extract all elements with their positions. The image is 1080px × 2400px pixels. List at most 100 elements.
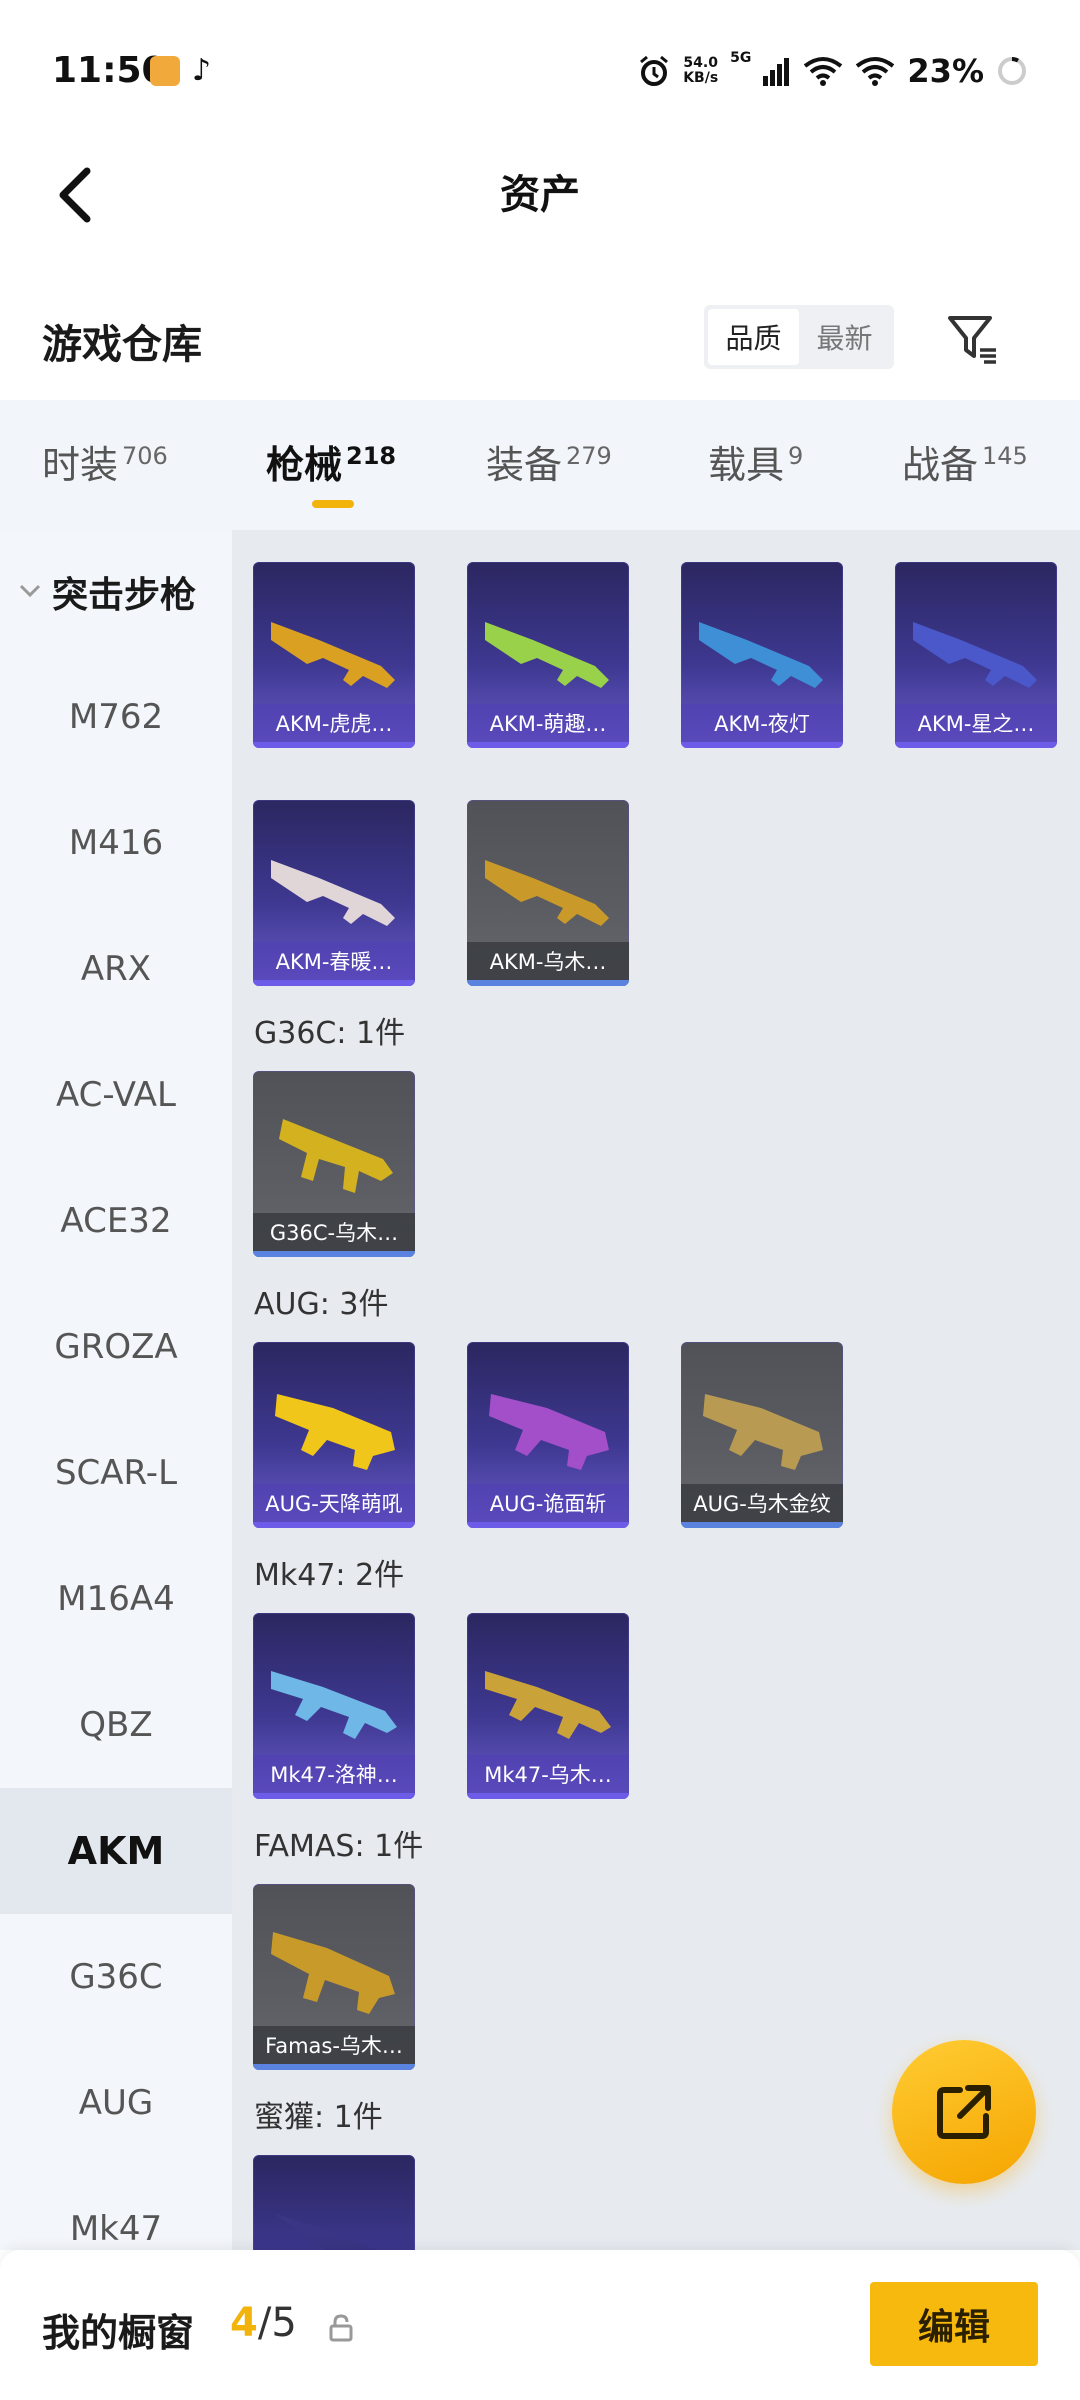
item-name: AKM-夜灯 [681, 704, 843, 742]
item-card[interactable]: G36C-乌木… [253, 1071, 415, 1257]
sidebar-group-label: 突击步枪 [52, 575, 197, 616]
rifle-icon [485, 860, 609, 926]
rifle-icon [271, 860, 395, 926]
tab-count: 706 [122, 442, 168, 470]
sidebar-item-mk47[interactable]: Mk47 [0, 2166, 232, 2250]
share-button[interactable] [892, 2040, 1036, 2184]
rifle-icon [699, 622, 823, 688]
wifi-icon-2 [856, 57, 895, 86]
rarity-bar [253, 1251, 415, 1257]
sidebar-item-arx[interactable]: ARX [0, 906, 232, 1032]
sidebar-item-g36c[interactable]: G36C [0, 1914, 232, 2040]
sidebar-item-ac-val[interactable]: AC-VAL [0, 1032, 232, 1158]
item-card[interactable]: AKM-夜灯 [681, 562, 843, 748]
item-card[interactable]: AUG-乌木金纹 [681, 1342, 843, 1528]
tab-battle-gear[interactable]: 战备 145 [902, 434, 1028, 489]
tab-label: 装备 [486, 443, 563, 487]
item-card[interactable]: AUG-诡面斩 [467, 1342, 629, 1528]
status-right: 54.0 KB/s 5G 23% [637, 46, 1028, 96]
sidebar-group-assault-rifles[interactable]: 突击步枪 [0, 562, 232, 622]
group-heading-honey-badger: 蜜獾: 1件 [254, 2100, 383, 2135]
rarity-bar [253, 2064, 415, 2070]
sidebar-item-aug[interactable]: AUG [0, 2040, 232, 2166]
item-name: Mk47-洛神… [253, 1755, 415, 1793]
category-tabs: 时装 706 枪械 218 装备 279 载具 9 战备 145 [0, 400, 1080, 530]
rifle-icon [271, 1671, 397, 1739]
tab-count: 145 [982, 442, 1028, 470]
item-card[interactable]: Mk47-洛神… [253, 1613, 415, 1799]
battery-percent: 23% [907, 52, 984, 90]
sort-quality[interactable]: 品质 [708, 309, 799, 365]
net-speed: 54.0 KB/s [683, 56, 718, 86]
section-title: 游戏仓库 [42, 322, 202, 368]
net-speed-value: 54.0 [683, 55, 718, 71]
rifle-icon [279, 1119, 393, 1193]
sidebar-item-scar-l[interactable]: SCAR-L [0, 1410, 232, 1536]
group-heading-aug: AUG: 3件 [254, 1287, 389, 1322]
item-grid: AKM-虎虎… AKM-萌趣… AKM-夜灯 AKM-星之… AKM-春暖… A… [232, 530, 1080, 2250]
group-heading-g36c: G36C: 1件 [254, 1016, 406, 1051]
item-card[interactable]: AKM-春暖… [253, 800, 415, 986]
item-card[interactable]: AKM-虎虎… [253, 562, 415, 748]
rarity-bar [467, 1522, 629, 1528]
rifle-icon [703, 1394, 823, 1470]
tab-count: 279 [566, 442, 612, 470]
rifle-icon [913, 622, 1037, 688]
item-card[interactable]: AKM-星之… [895, 562, 1057, 748]
item-name: AUG-乌木金纹 [681, 1484, 843, 1522]
tab-label: 时装 [42, 443, 119, 487]
sidebar-item-ace32[interactable]: ACE32 [0, 1158, 232, 1284]
tab-fashion[interactable]: 时装 706 [42, 434, 168, 489]
rifle-icon [273, 2213, 378, 2250]
weapon-sidebar: 突击步枪 M762 M416 ARX AC-VAL ACE32 GROZA SC… [0, 530, 232, 2250]
rifle-icon [271, 622, 395, 688]
rifle-icon [485, 1671, 611, 1739]
rarity-bar [681, 742, 843, 748]
filter-button[interactable] [940, 306, 1004, 370]
item-card[interactable]: Mk47-乌木… [467, 1613, 629, 1799]
tab-count: 218 [346, 442, 397, 470]
showcase-total: /5 [257, 2300, 297, 2346]
sidebar-item-m16a4[interactable]: M16A4 [0, 1536, 232, 1662]
showcase-count: 4/5 [230, 2300, 297, 2346]
tab-count: 9 [788, 442, 804, 470]
rarity-bar [895, 742, 1057, 748]
active-tab-indicator [312, 500, 354, 508]
notification-app-icon [150, 56, 180, 86]
rifle-icon [485, 622, 609, 688]
rarity-bar [253, 980, 415, 986]
rarity-bar [253, 1793, 415, 1799]
sidebar-item-groza[interactable]: GROZA [0, 1284, 232, 1410]
battery-ring-icon [998, 56, 1026, 85]
rifle-icon [271, 1932, 395, 2014]
filter-icon [948, 316, 996, 364]
item-card[interactable]: Famas-乌木… [253, 1884, 415, 2070]
chevron-down-icon [19, 584, 41, 598]
item-card[interactable] [253, 2155, 415, 2250]
signal-icon [763, 58, 790, 86]
tab-equipment[interactable]: 装备 279 [486, 434, 612, 489]
network-type: 5G [730, 50, 752, 66]
rarity-bar [467, 1793, 629, 1799]
warehouse-header: 游戏仓库 品质 最新 [0, 270, 1080, 400]
showcase-bar: 我的橱窗 4/5 编辑 [0, 2250, 1080, 2400]
item-card[interactable]: AKM-乌木… [467, 800, 629, 986]
lock-icon [329, 2314, 353, 2342]
tab-vehicles[interactable]: 载具 9 [708, 434, 803, 489]
item-card[interactable]: AKM-萌趣… [467, 562, 629, 748]
item-card[interactable]: AUG-天降萌吼 [253, 1342, 415, 1528]
tab-firearms[interactable]: 枪械 218 [266, 434, 396, 489]
item-name: G36C-乌木… [253, 1213, 415, 1251]
sidebar-item-akm[interactable]: AKM [0, 1788, 232, 1914]
rarity-bar [467, 980, 629, 986]
group-heading-famas: FAMAS: 1件 [254, 1829, 424, 1864]
rarity-bar [681, 1522, 843, 1528]
sidebar-item-qbz[interactable]: QBZ [0, 1662, 232, 1788]
sidebar-item-m416[interactable]: M416 [0, 780, 232, 906]
external-link-icon [937, 2085, 991, 2139]
sidebar-item-m762[interactable]: M762 [0, 654, 232, 780]
item-name: Mk47-乌木… [467, 1755, 629, 1793]
edit-button[interactable]: 编辑 [870, 2282, 1038, 2366]
item-name: AKM-乌木… [467, 942, 629, 980]
sort-newest[interactable]: 最新 [799, 309, 890, 365]
